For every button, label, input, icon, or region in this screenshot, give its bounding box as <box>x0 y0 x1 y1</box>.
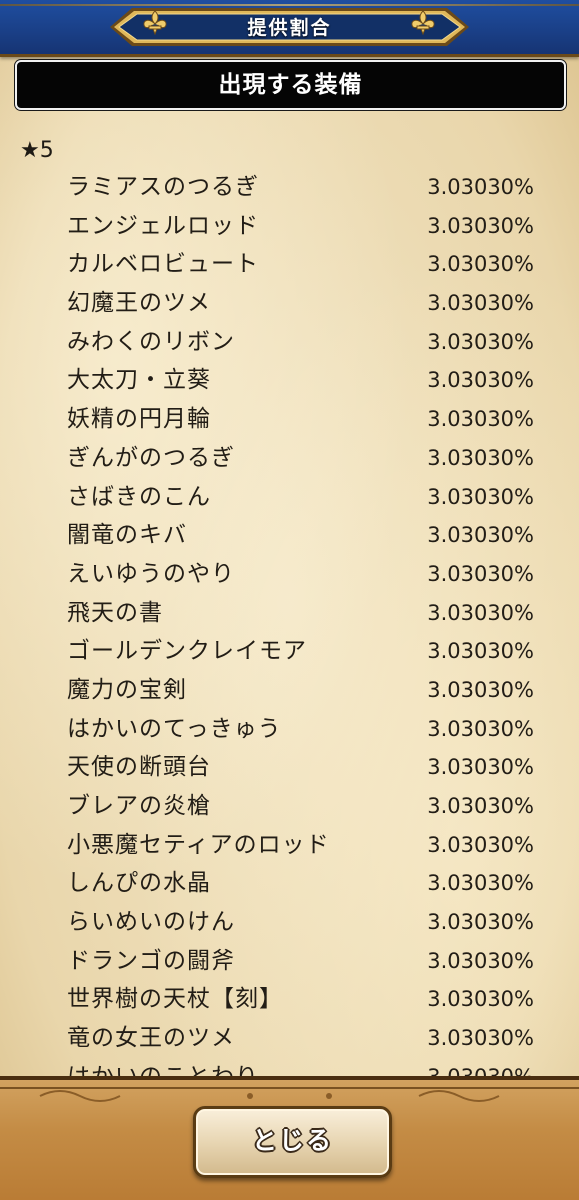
list-item: らいめいのけん 3.03030% <box>0 903 579 942</box>
list-item: はかいのことわり 3.03030% <box>0 1058 579 1078</box>
item-rate: 3.03030% <box>427 716 534 741</box>
list-item: みわくのリボン 3.03030% <box>0 323 579 362</box>
item-name: 大太刀・立葵 <box>67 367 211 394</box>
fleur-de-lis-icon <box>143 10 167 35</box>
list-item: 妖精の円月輪 3.03030% <box>0 400 579 439</box>
list-item: ぎんがのつるぎ 3.03030% <box>0 439 579 478</box>
item-rate: 3.03030% <box>427 561 534 586</box>
list-item: さばきのこん 3.03030% <box>0 478 579 517</box>
top-banner: 提供割合 <box>0 0 579 57</box>
item-rate: 3.03030% <box>427 175 534 199</box>
list-item: ブレアの炎槍 3.03030% <box>0 787 579 826</box>
list-item: はかいのてっきゅう 3.03030% <box>0 710 579 749</box>
item-rate: 3.03030% <box>427 252 534 277</box>
list-item: 竜の女王のツメ 3.03030% <box>0 1019 579 1058</box>
item-name: ゴールデンクレイモア <box>67 638 307 665</box>
item-rate: 3.03030% <box>427 948 534 973</box>
item-name: 世界樹の天杖【刻】 <box>67 986 283 1013</box>
item-name: ぎんがのつるぎ <box>67 444 235 471</box>
item-name: 竜の女王のツメ <box>67 1025 235 1052</box>
list-item: ドランゴの闘斧 3.03030% <box>0 942 579 981</box>
close-button-label: とじる <box>251 1126 333 1155</box>
item-rate: 3.03030% <box>427 600 534 625</box>
item-rate: 3.03030% <box>427 832 534 857</box>
list-item: 世界樹の天杖【刻】 3.03030% <box>0 980 579 1019</box>
section-title: 出現する装備 <box>218 72 363 98</box>
list-item: ラミアスのつるぎ 3.03030% <box>0 168 579 207</box>
item-name: さばきのこん <box>67 483 211 510</box>
list-item: 大太刀・立葵 3.03030% <box>0 361 579 400</box>
list-item: しんぴの水晶 3.03030% <box>0 864 579 903</box>
item-rate: 3.03030% <box>427 523 534 548</box>
item-name: ドランゴの闘斧 <box>67 947 235 974</box>
item-name: えいゆうのやり <box>67 560 235 587</box>
item-name: エンジェルロッド <box>67 212 259 239</box>
item-rate: 3.03030% <box>427 639 534 664</box>
item-rate: 3.03030% <box>427 794 534 818</box>
item-rate: 3.03030% <box>427 910 534 935</box>
item-name: カルベロビュート <box>67 251 259 278</box>
item-name: ブレアの炎槍 <box>67 793 211 819</box>
item-name: はかいのことわり <box>67 1063 259 1078</box>
item-name: 闇竜のキバ <box>67 522 187 549</box>
list-item: 小悪魔セティアのロッド 3.03030% <box>0 826 579 865</box>
item-rate: 3.03030% <box>427 677 534 702</box>
list-item: ゴールデンクレイモア 3.03030% <box>0 632 579 671</box>
section-header: 出現する装備 <box>15 60 566 110</box>
list-item: エンジェルロッド 3.03030% <box>0 207 579 246</box>
item-name: 妖精の円月輪 <box>67 406 211 433</box>
item-rate: 3.03030% <box>427 755 534 780</box>
item-rate: 3.03030% <box>427 291 534 316</box>
fleur-de-lis-icon <box>411 10 435 35</box>
list-item: 飛天の書 3.03030% <box>0 594 579 633</box>
item-rate: 3.03030% <box>427 987 534 1012</box>
item-rate: 3.03030% <box>427 1026 534 1051</box>
item-rate: 3.03030% <box>427 1064 534 1078</box>
item-rate: 3.03030% <box>427 407 534 432</box>
item-rate: 3.03030% <box>427 213 534 238</box>
item-rate: 3.03030% <box>427 484 534 509</box>
item-name: 魔力の宝剣 <box>67 676 187 703</box>
item-name: 天使の断頭台 <box>67 754 211 781</box>
item-rate: 3.03030% <box>427 329 534 354</box>
item-name: らいめいのけん <box>67 909 235 936</box>
item-name: 飛天の書 <box>67 599 163 626</box>
item-name: 幻魔王のツメ <box>67 290 211 317</box>
list-item: 天使の断頭台 3.03030% <box>0 748 579 787</box>
item-name: 小悪魔セティアのロッド <box>67 831 330 858</box>
list-item: 魔力の宝剣 3.03030% <box>0 671 579 710</box>
equipment-list[interactable]: ★5 ラミアスのつるぎ 3.03030% エンジェルロッド 3.03030% カ… <box>0 130 579 1078</box>
close-button[interactable]: とじる <box>193 1106 392 1178</box>
bottom-bar: とじる <box>0 1076 579 1200</box>
item-name: みわくのリボン <box>67 328 235 355</box>
item-name: はかいのてっきゅう <box>67 715 282 742</box>
item-name: ラミアスのつるぎ <box>67 174 259 200</box>
item-rate: 3.03030% <box>427 368 534 393</box>
list-item: えいゆうのやり 3.03030% <box>0 555 579 594</box>
item-rate: 3.03030% <box>427 871 534 896</box>
list-item: 闇竜のキバ 3.03030% <box>0 516 579 555</box>
rarity-label: ★5 <box>20 138 54 163</box>
item-rate: 3.03030% <box>427 445 534 470</box>
list-item: カルベロビュート 3.03030% <box>0 245 579 284</box>
item-name: しんぴの水晶 <box>67 870 211 897</box>
list-item: 幻魔王のツメ 3.03030% <box>0 284 579 323</box>
item-list: ラミアスのつるぎ 3.03030% エンジェルロッド 3.03030% カルベロ… <box>0 168 579 1078</box>
